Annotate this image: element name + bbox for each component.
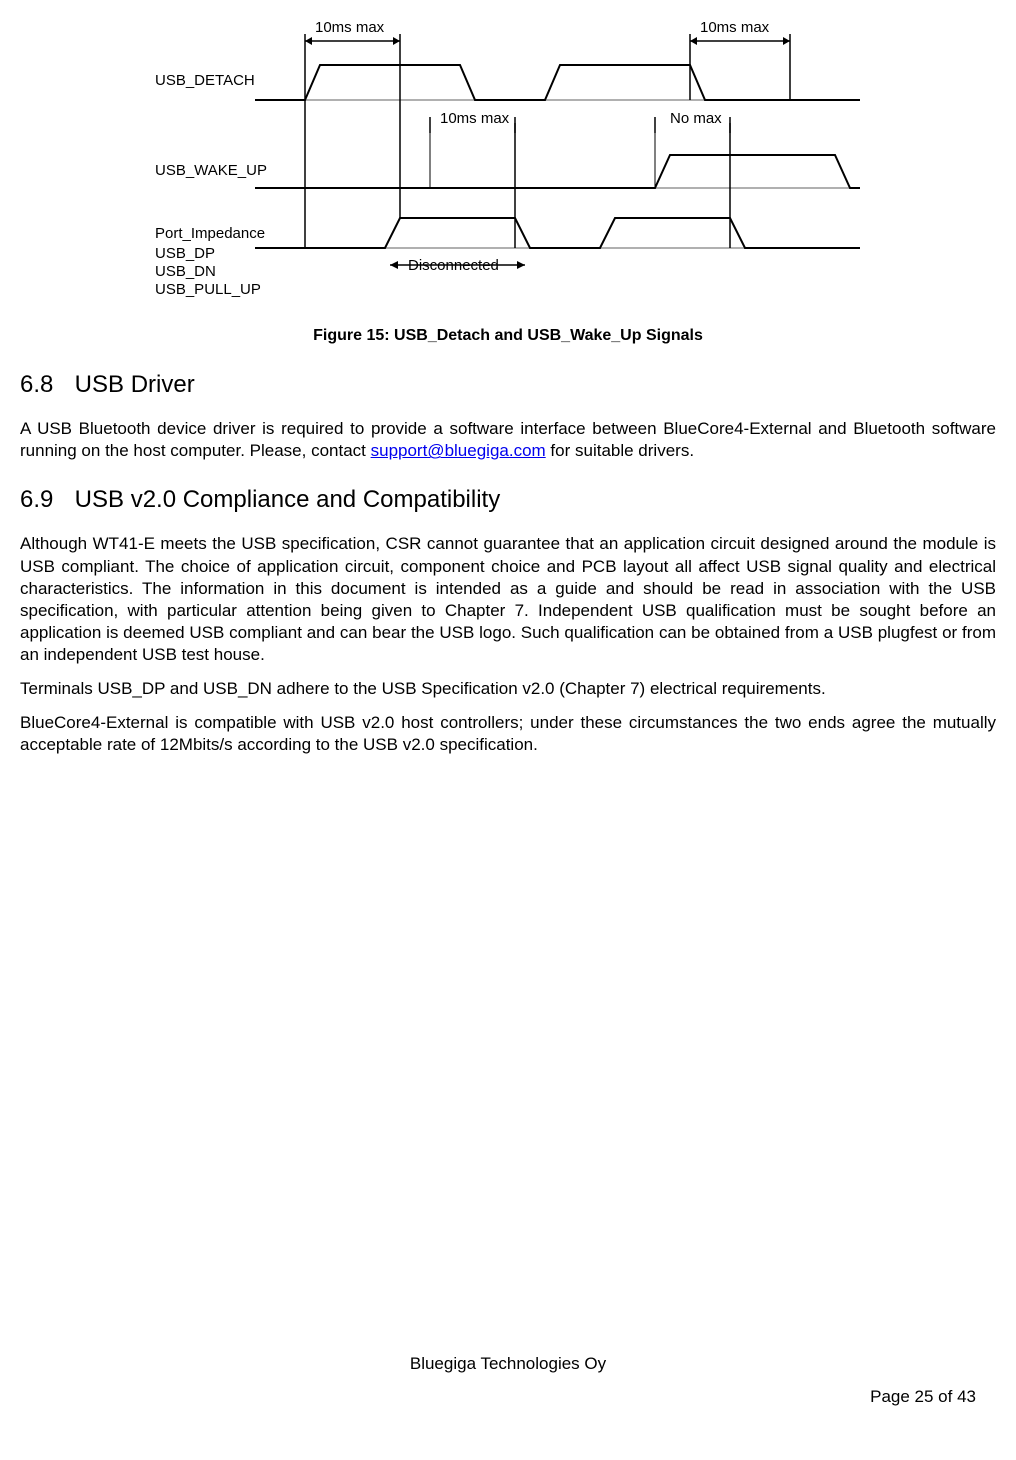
label-disconnected: Disconnected [408,257,499,274]
label-usb-dn: USB_DN [155,263,216,280]
paragraph: A USB Bluetooth device driver is require… [20,418,996,462]
label-usb-pullup: USB_PULL_UP [155,281,261,298]
label-usb-detach: USB_DETACH [155,72,255,89]
label-10ms-top-left: 10ms max [315,20,385,36]
section-title: USB v2.0 Compliance and Compatibility [75,486,501,513]
figure-caption: Figure 15: USB_Detach and USB_Wake_Up Si… [20,326,996,347]
footer-page-number: Page 25 of 43 [870,1386,976,1408]
paragraph-text: for suitable drivers. [546,441,694,460]
section-number: 6.8 [20,369,68,400]
footer-company: Bluegiga Technologies Oy [20,1353,996,1375]
heading-6-8: 6.8 USB Driver [20,369,996,400]
section-number: 6.9 [20,484,68,515]
label-port-impedance: Port_Impedance [155,225,265,242]
paragraph: BlueCore4-External is compatible with US… [20,712,996,756]
paragraph: Terminals USB_DP and USB_DN adhere to th… [20,678,996,700]
section-title: USB Driver [75,371,195,398]
heading-6-9: 6.9 USB v2.0 Compliance and Compatibilit… [20,484,996,515]
label-10ms-top-right: 10ms max [700,20,770,36]
label-10ms-mid: 10ms max [440,110,510,127]
paragraph: Although WT41-E meets the USB specificat… [20,533,996,666]
label-usb-dp: USB_DP [155,245,215,262]
label-usb-wakeup: USB_WAKE_UP [155,162,267,179]
signal-diagram: 10ms max 10ms max USB_DETACH 10ms max No… [140,20,860,306]
support-email-link[interactable]: support@bluegiga.com [371,441,546,460]
label-no-max: No max [670,110,722,127]
